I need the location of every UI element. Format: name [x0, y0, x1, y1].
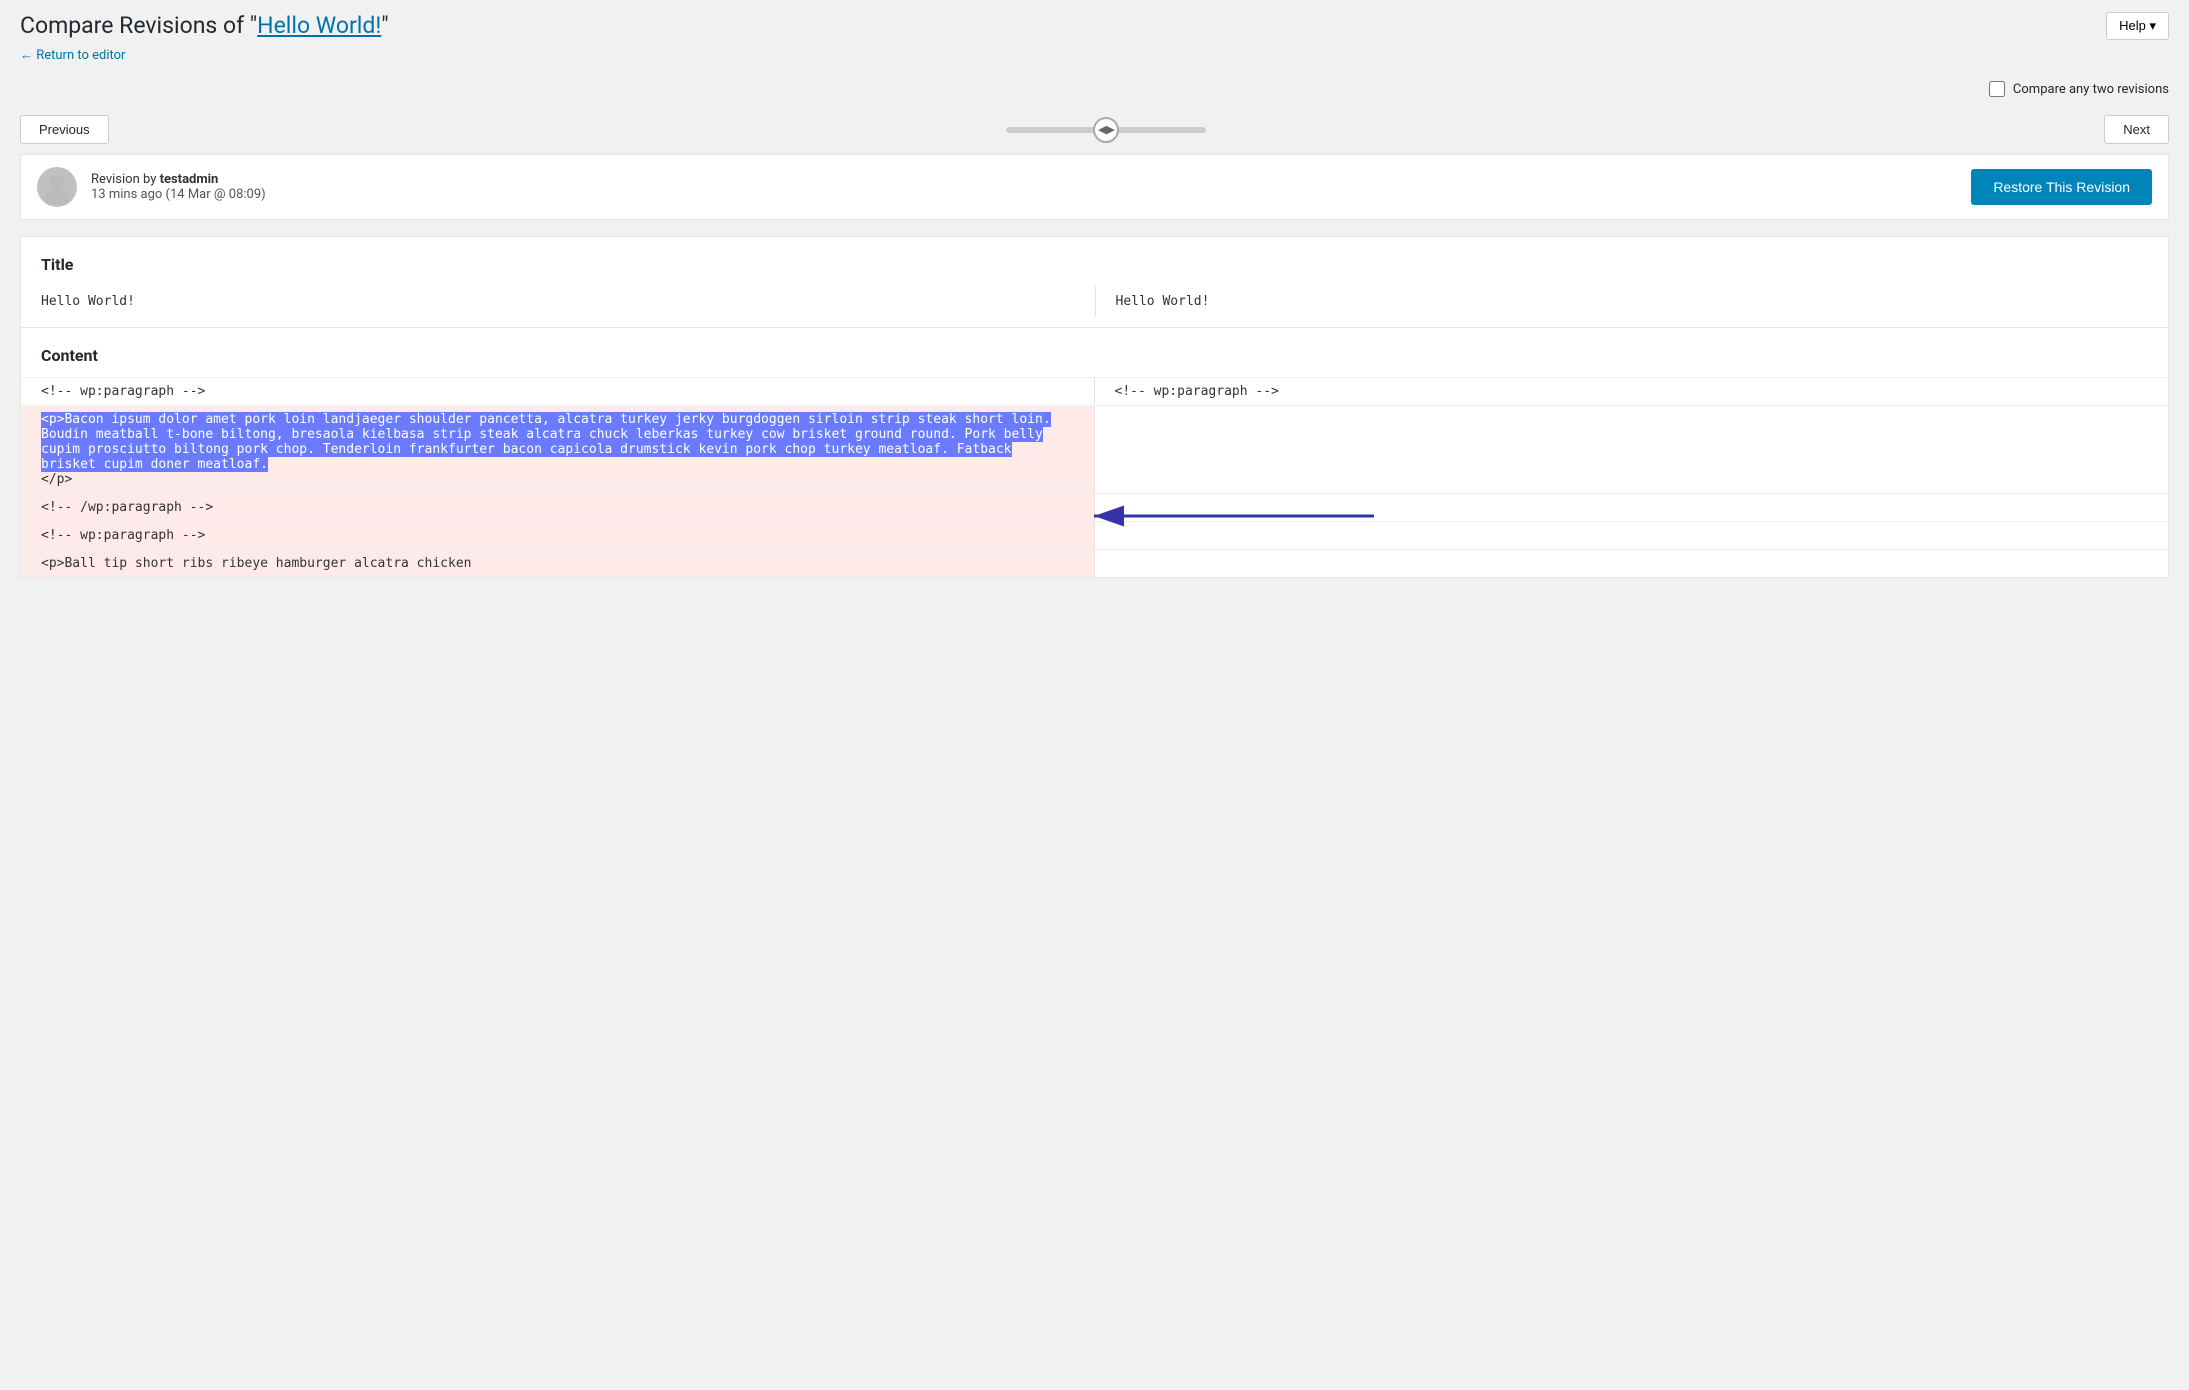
removed-paragraph-row: <p>Bacon ipsum dolor amet pork loin land… [21, 405, 2168, 493]
compare-any-two-checkbox[interactable] [1989, 81, 2005, 97]
compare-row: Compare any two revisions [0, 73, 2189, 105]
wp-paragraph-right-text: <!-- wp:paragraph --> [1115, 384, 1279, 399]
close-wp-paragraph-left: <!-- /wp:paragraph --> [21, 494, 1095, 521]
title-section: Title Hello World! Hello World! [21, 237, 2168, 327]
compare-any-two-text: Compare any two revisions [2013, 82, 2169, 97]
title-suffix: " [381, 12, 388, 39]
restore-revision-button[interactable]: Restore This Revision [1971, 169, 2152, 205]
revision-slider-thumb[interactable]: ◀▶ [1093, 117, 1119, 143]
revision-meta: Revision by testadmin 13 mins ago (14 Ma… [91, 172, 266, 202]
revision-time: 13 mins ago (14 Mar @ 08:09) [91, 187, 266, 202]
revision-time-ago: 13 mins ago [91, 187, 162, 202]
title-right: Hello World! [1095, 286, 2169, 317]
ball-tip-left: <p>Ball tip short ribs ribeye hamburger … [21, 550, 1095, 577]
wp-paragraph-2-left: <!-- wp:paragraph --> [21, 522, 1095, 549]
title-left: Hello World! [21, 286, 1095, 317]
ball-tip-row: <p>Ball tip short ribs ribeye hamburger … [21, 549, 2168, 577]
next-button[interactable]: Next [2104, 115, 2169, 144]
removed-paragraph-right [1095, 406, 2169, 493]
revision-info: Revision by testadmin 13 mins ago (14 Ma… [37, 167, 266, 207]
page-title: Compare Revisions of "Hello World!" [20, 12, 2169, 39]
highlighted-text: <p>Bacon ipsum dolor amet pork loin land… [41, 412, 1051, 472]
avatar [37, 167, 77, 207]
content-area: Title Hello World! Hello World! Content … [20, 236, 2169, 578]
ball-tip-left-text: <p>Ball tip short ribs ribeye hamburger … [41, 556, 471, 571]
content-section: Content <!-- wp:paragraph --> <!-- wp:pa… [21, 328, 2168, 577]
wp-paragraph-row: <!-- wp:paragraph --> <!-- wp:paragraph … [21, 377, 2168, 405]
wp-paragraph-left-text: <!-- wp:paragraph --> [41, 384, 205, 399]
return-to-editor-link[interactable]: ← Return to editor [20, 47, 125, 63]
revision-author-line: Revision by testadmin [91, 172, 266, 187]
nav-row: Previous ◀▶ Next [0, 105, 2189, 154]
wp-paragraph-2-left-text: <!-- wp:paragraph --> [41, 528, 205, 543]
revision-prefix: Revision by [91, 172, 160, 187]
annotation-arrow [1084, 496, 1384, 536]
ball-tip-right [1095, 550, 2169, 577]
help-label: Help ▾ [2119, 18, 2156, 34]
closing-p-tag: </p> [41, 472, 72, 487]
compare-any-two-label[interactable]: Compare any two revisions [1989, 81, 2169, 97]
slider-container: ◀▶ [109, 127, 2105, 133]
removed-paragraph-left: <p>Bacon ipsum dolor amet pork loin land… [21, 406, 1095, 493]
help-button[interactable]: Help ▾ [2106, 12, 2169, 40]
content-section-label: Content [21, 328, 2168, 377]
revision-bar: Revision by testadmin 13 mins ago (14 Ma… [20, 154, 2169, 220]
title-row: Hello World! Hello World! [21, 286, 2168, 317]
title-prefix: Compare Revisions of " [20, 12, 257, 39]
previous-button[interactable]: Previous [20, 115, 109, 144]
revision-slider-track[interactable]: ◀▶ [1006, 127, 1206, 133]
wp-paragraph-right: <!-- wp:paragraph --> [1095, 378, 2169, 405]
title-section-label: Title [21, 237, 2168, 286]
post-title-link[interactable]: Hello World! [257, 12, 381, 39]
wp-paragraph-left: <!-- wp:paragraph --> [21, 378, 1095, 405]
close-wp-paragraph-left-text: <!-- /wp:paragraph --> [41, 500, 213, 515]
revision-date: (14 Mar @ 08:09) [166, 187, 266, 202]
revision-author: testadmin [160, 172, 219, 187]
top-bar: Help ▾ Compare Revisions of "Hello World… [0, 0, 2189, 73]
